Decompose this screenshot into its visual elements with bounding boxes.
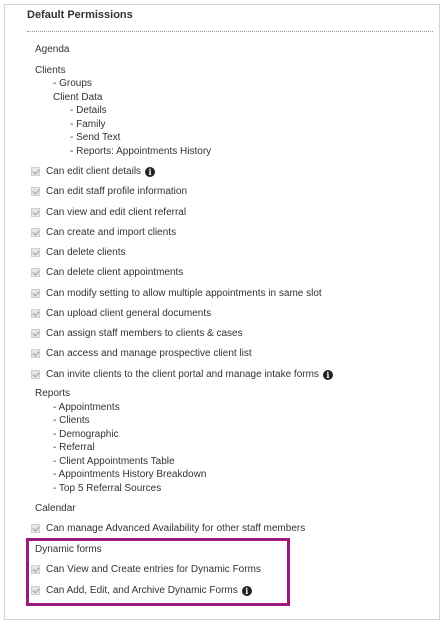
permission-label: Can edit client details <box>46 166 142 177</box>
permission-label: Can manage Advanced Availability for oth… <box>46 523 306 534</box>
section-clients: Clients <box>35 65 66 76</box>
permission-label: Can view and edit client referral <box>46 207 187 218</box>
permission-label: Can access and manage prospective client… <box>46 348 252 359</box>
item-demographic: - Demographic <box>53 429 119 440</box>
checkbox[interactable] <box>31 268 40 277</box>
permission-label: Can View and Create entries for Dynamic … <box>46 564 261 575</box>
permission-label: Can assign staff members to clients & ca… <box>46 328 243 339</box>
info-icon[interactable]: i <box>322 369 333 380</box>
permission-row[interactable]: Can edit client details i <box>31 165 156 178</box>
info-icon[interactable]: i <box>145 166 156 177</box>
permission-label: Can invite clients to the client portal … <box>46 369 319 380</box>
permission-label: Can create and import clients <box>46 227 177 238</box>
checkbox[interactable] <box>31 248 40 257</box>
checkbox[interactable] <box>31 370 40 379</box>
item-client-appointments-table: - Client Appointments Table <box>53 456 175 467</box>
permission-label: Can upload client general documents <box>46 308 212 319</box>
permission-row[interactable]: Can invite clients to the client portal … <box>31 368 333 381</box>
section-agenda: Agenda <box>35 44 70 55</box>
checkbox[interactable] <box>31 586 40 595</box>
item-details: - Details <box>70 105 107 116</box>
item-reports-appointments-history: - Reports: Appointments History <box>70 146 212 157</box>
permission-row[interactable]: Can access and manage prospective client… <box>31 347 252 360</box>
item-appointments-history-breakdown: - Appointments History Breakdown <box>53 469 207 480</box>
checkbox[interactable] <box>31 524 40 533</box>
permission-row[interactable]: Can modify setting to allow multiple app… <box>31 287 322 300</box>
permission-label: Can edit staff profile information <box>46 186 188 197</box>
permission-row[interactable]: Can create and import clients <box>31 226 176 239</box>
checkbox[interactable] <box>31 289 40 298</box>
item-family: - Family <box>70 119 106 130</box>
permission-label: Can delete client appointments <box>46 267 184 278</box>
permission-row[interactable]: Can upload client general documents <box>31 307 211 320</box>
permission-row[interactable]: Can manage Advanced Availability for oth… <box>31 522 305 535</box>
item-top5-referral-sources: - Top 5 Referral Sources <box>53 483 162 494</box>
item-send-text: - Send Text <box>70 132 121 143</box>
checkbox[interactable] <box>31 167 40 176</box>
permission-row[interactable]: Can delete client appointments <box>31 266 183 279</box>
permission-row[interactable]: Can delete clients <box>31 246 126 259</box>
info-icon[interactable]: i <box>241 585 252 596</box>
checkbox[interactable] <box>31 309 40 318</box>
checkbox[interactable] <box>31 349 40 358</box>
permission-row[interactable]: Can view and edit client referral <box>31 206 186 219</box>
permission-row[interactable]: Can edit staff profile information <box>31 185 187 198</box>
checkbox[interactable] <box>31 228 40 237</box>
permission-row[interactable]: Can Add, Edit, and Archive Dynamic Forms… <box>31 584 252 597</box>
panel-title: Default Permissions <box>27 9 133 21</box>
section-dynamic-forms: Dynamic forms <box>35 544 102 555</box>
title-divider <box>27 31 433 32</box>
permission-label: Can modify setting to allow multiple app… <box>46 288 322 299</box>
checkbox[interactable] <box>31 208 40 217</box>
section-calendar: Calendar <box>35 503 76 514</box>
permission-label: Can delete clients <box>46 247 126 258</box>
section-reports: Reports <box>35 388 71 399</box>
permission-row[interactable]: Can assign staff members to clients & ca… <box>31 327 243 340</box>
checkbox[interactable] <box>31 565 40 574</box>
item-client-data: Client Data <box>53 92 103 103</box>
item-clients: - Clients <box>53 415 90 426</box>
item-groups: - Groups <box>53 78 92 89</box>
item-referral: - Referral <box>53 442 95 453</box>
permission-label: Can Add, Edit, and Archive Dynamic Forms <box>46 585 238 596</box>
permission-row[interactable]: Can View and Create entries for Dynamic … <box>31 563 261 576</box>
item-appointments: - Appointments <box>53 402 120 413</box>
checkbox[interactable] <box>31 329 40 338</box>
checkbox[interactable] <box>31 187 40 196</box>
